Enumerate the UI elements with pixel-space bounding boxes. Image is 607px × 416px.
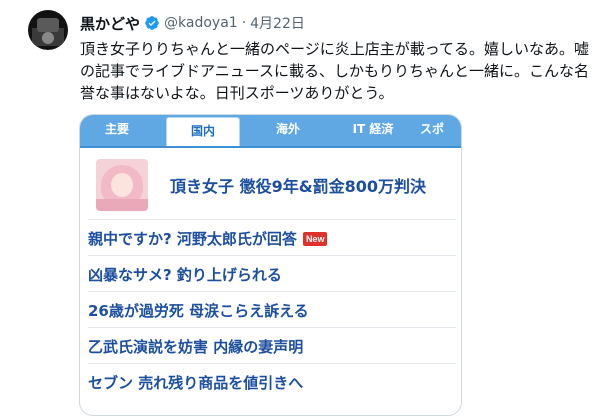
news-item[interactable]: セブン 売れ残り商品を値引きへ xyxy=(88,363,456,400)
user-handle[interactable]: @kadoya1 xyxy=(164,15,238,31)
news-item[interactable]: 26歳が過労死 母涙こらえ訴える xyxy=(88,291,456,328)
tab-main[interactable]: 主要 xyxy=(80,115,154,147)
top-headline-title[interactable]: 頂き女子 懲役9年&罰金800万判決 xyxy=(170,173,426,197)
headline-thumbnail xyxy=(96,159,148,211)
tab-overseas[interactable]: 海外 xyxy=(252,115,324,147)
news-item[interactable]: 親中ですか? 河野太郎氏が回答 New xyxy=(88,219,456,256)
news-tab-bar: 主要 国内 海外 IT 経済 スポ xyxy=(80,115,461,148)
news-item[interactable]: 乙武氏演説を妨害 内縁の妻声明 xyxy=(88,327,456,364)
news-title[interactable]: 親中ですか? 河野太郎氏が回答 xyxy=(88,230,297,248)
tab-domestic[interactable]: 国内 xyxy=(166,117,240,148)
tweet-date[interactable]: 4月22日 xyxy=(250,13,305,33)
verified-badge-icon xyxy=(145,16,159,30)
display-name[interactable]: 黒かどや xyxy=(80,13,140,34)
attached-image-card[interactable]: 主要 国内 海外 IT 経済 スポ 頂き女子 懲役9年&罰金800万判決 親中で… xyxy=(79,114,462,416)
news-link[interactable]: 親中ですか? 河野太郎氏が回答 New xyxy=(88,228,328,249)
avatar-image-shape xyxy=(37,18,59,32)
user-avatar[interactable] xyxy=(28,10,68,50)
thumbnail-shape xyxy=(96,199,148,211)
news-title[interactable]: 乙武氏演説を妨害 内縁の妻声明 xyxy=(88,336,303,357)
news-item[interactable]: 凶暴なサメ? 釣り上げられる xyxy=(88,255,456,292)
tweet-header: 黒かどや @kadoya1 · 4月22日 xyxy=(80,13,305,33)
separator-dot: · xyxy=(241,15,247,31)
tab-sports[interactable]: スポ xyxy=(420,115,461,147)
tab-it-economy[interactable]: IT 経済 xyxy=(330,115,416,147)
new-badge: New xyxy=(302,232,328,246)
tweet-text: 頂き女子りりちゃんと一緒のページに炎上店主が載ってる。嬉しいなあ。嘘の記事でライ… xyxy=(80,40,589,102)
news-title[interactable]: 凶暴なサメ? 釣り上げられる xyxy=(88,264,282,285)
news-title[interactable]: セブン 売れ残り商品を値引きへ xyxy=(88,372,303,393)
avatar-image-shape xyxy=(42,32,54,44)
thumbnail-shape xyxy=(111,173,133,197)
news-title[interactable]: 26歳が過労死 母涙こらえ訴える xyxy=(88,300,309,321)
top-headline[interactable]: 頂き女子 懲役9年&罰金800万判決 xyxy=(88,153,461,217)
tab-underline xyxy=(80,146,461,148)
